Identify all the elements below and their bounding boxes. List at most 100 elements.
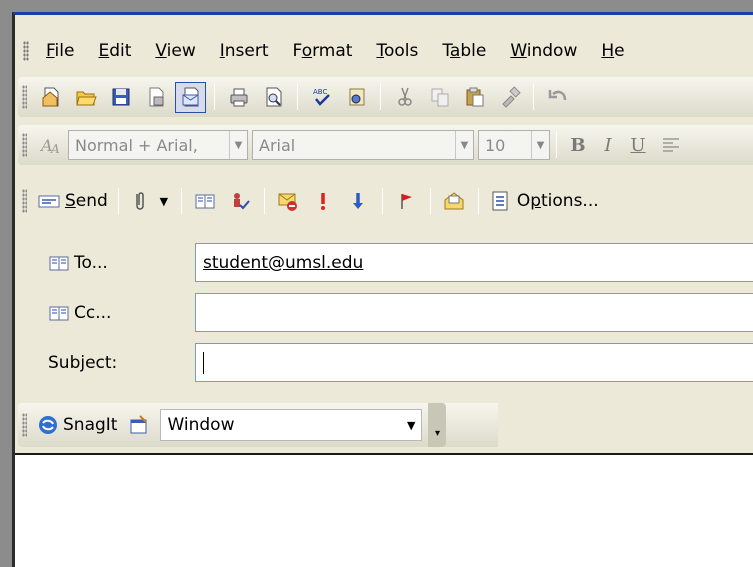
envelope-no-icon — [278, 193, 298, 211]
chevron-down-icon: ▼ — [406, 418, 416, 432]
copy-button[interactable] — [424, 82, 455, 113]
open-button[interactable] — [70, 82, 101, 113]
permission-button[interactable] — [140, 82, 171, 113]
address-book-icon — [49, 256, 69, 271]
svg-text:A: A — [50, 142, 60, 156]
paste-button[interactable] — [459, 82, 490, 113]
font-size-value: 10 — [485, 135, 506, 155]
align-left-button[interactable] — [655, 130, 686, 161]
print-preview-button[interactable] — [258, 82, 289, 113]
attach-dropdown[interactable]: ▼ — [155, 186, 173, 217]
menu-help[interactable]: He — [590, 41, 637, 61]
font-select[interactable]: Arial ▼ — [252, 130, 474, 160]
address-book-button[interactable] — [190, 186, 221, 217]
print-button[interactable] — [223, 82, 254, 113]
menu-insert[interactable]: Insert — [209, 41, 282, 61]
menu-table[interactable]: Table — [431, 41, 499, 61]
toolbar-options-handle[interactable]: ▾ — [428, 403, 447, 447]
snagit-profile-button[interactable] — [123, 410, 154, 441]
toolbar-grip[interactable] — [22, 85, 27, 109]
toolbar-separator — [381, 188, 383, 214]
chevron-down-icon: ▼ — [159, 194, 169, 208]
follow-up-flag-button[interactable] — [391, 186, 422, 217]
permission-restrict-button[interactable] — [273, 186, 304, 217]
toolbar-grip[interactable] — [22, 413, 27, 437]
email-button[interactable] — [175, 81, 206, 113]
scissors-icon — [397, 87, 412, 106]
underline-button[interactable]: U — [623, 135, 653, 156]
send-button[interactable]: Send — [33, 190, 112, 212]
high-importance-button[interactable] — [308, 186, 339, 217]
research-button[interactable] — [341, 82, 372, 113]
send-label: end — [75, 191, 108, 211]
options-button[interactable]: Op tions... — [485, 190, 603, 212]
style-select-value: Normal + Arial, — [75, 135, 198, 155]
styles-icon: AA — [40, 136, 60, 156]
align-left-icon — [662, 138, 679, 152]
to-label: To... — [74, 253, 108, 273]
options-accel: p — [530, 191, 542, 211]
arrow-down-icon — [353, 193, 364, 209]
subject-label: Subject: — [48, 353, 118, 373]
toolbar-separator — [380, 84, 381, 110]
permission-icon — [149, 87, 163, 107]
check-names-button[interactable] — [225, 186, 256, 217]
cc-button[interactable]: Cc... — [48, 297, 111, 329]
attach-button[interactable] — [127, 186, 151, 217]
toolbar-grip[interactable] — [22, 189, 27, 213]
menu-format[interactable]: Format — [282, 41, 366, 61]
menu-file[interactable]: File — [35, 41, 87, 61]
new-document-icon — [42, 87, 58, 107]
copy-icon — [431, 88, 448, 107]
low-importance-button[interactable] — [343, 186, 374, 217]
standard-toolbar: ABC — [18, 77, 753, 117]
toolbar-separator — [429, 188, 431, 214]
style-select[interactable]: Normal + Arial, ▼ — [68, 130, 248, 160]
snagit-label: SnagIt — [63, 415, 118, 435]
menu-edit[interactable]: Edit — [87, 41, 144, 61]
snagit-toolbar: SnagIt Window ▼ ▾ — [18, 403, 498, 447]
snagit-mode-select[interactable]: Window ▼ — [160, 409, 423, 441]
to-address: student@umsl.edu — [203, 252, 364, 273]
menu-tools[interactable]: Tools — [365, 41, 431, 61]
spelling-button[interactable]: ABC — [306, 82, 337, 113]
toolbar-grip[interactable] — [22, 133, 27, 157]
format-painter-button[interactable] — [494, 82, 525, 113]
toolbar-separator — [180, 188, 182, 214]
snagit-logo-icon — [39, 416, 57, 434]
undo-button[interactable] — [542, 82, 573, 113]
svg-text:ABC: ABC — [313, 88, 327, 96]
open-folder-icon — [75, 91, 97, 106]
cc-label: Cc... — [74, 303, 112, 323]
menu-view[interactable]: View — [144, 41, 208, 61]
envelope-button[interactable] — [439, 186, 470, 217]
toolbar-separator — [556, 132, 557, 158]
toolbar-separator — [533, 84, 534, 110]
font-size-select[interactable]: 10 ▼ — [478, 130, 550, 160]
check-names-icon — [234, 193, 251, 210]
to-button[interactable]: To... — [48, 247, 108, 279]
cc-field[interactable] — [195, 293, 753, 332]
toolbar-separator — [214, 84, 215, 110]
styles-button[interactable]: AA — [35, 130, 66, 161]
email-compose-window: File Edit View Insert Format Tools Table… — [12, 12, 753, 567]
snagit-capture-button[interactable]: SnagIt — [33, 414, 121, 436]
italic-button[interactable]: I — [593, 135, 623, 156]
cut-button[interactable] — [389, 82, 420, 113]
send-accel: S — [65, 191, 76, 211]
subject-field[interactable] — [195, 343, 753, 382]
message-body[interactable] — [15, 453, 753, 567]
save-button[interactable] — [105, 82, 136, 113]
flag-icon — [401, 194, 413, 209]
bold-button[interactable]: B — [563, 135, 593, 156]
toolbar-separator — [117, 188, 119, 214]
address-book-icon — [49, 306, 69, 321]
undo-arrow-icon — [548, 90, 566, 101]
email-toolbar: Send ▼ O p tions... — [18, 181, 753, 221]
to-field[interactable]: student@umsl.edu — [195, 243, 753, 282]
formatting-toolbar: AA Normal + Arial, ▼ Arial ▼ 10 ▼ B I U — [18, 125, 753, 165]
menu-bar-grip[interactable] — [23, 41, 29, 61]
format-painter-icon — [501, 86, 521, 108]
new-button[interactable] — [35, 82, 66, 113]
menu-window[interactable]: Window — [499, 41, 590, 61]
